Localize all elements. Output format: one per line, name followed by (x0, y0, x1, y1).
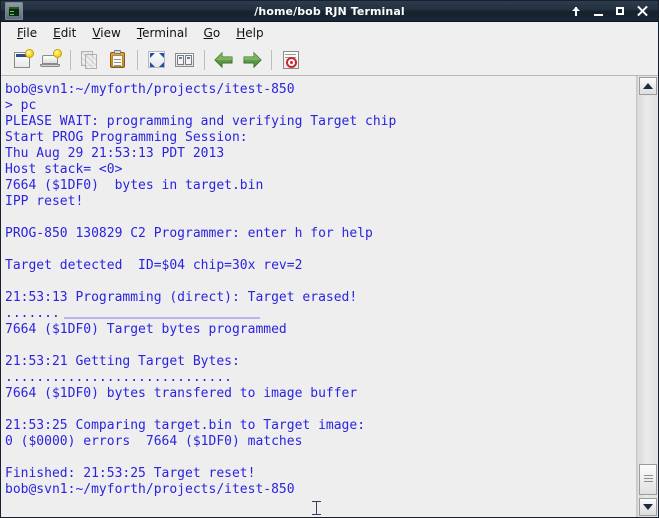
text-cursor-icon (312, 501, 321, 515)
scroll-down-icon (643, 504, 653, 510)
terminal-line-text: ....... (5, 306, 60, 321)
terminal-line: 7664 ($1DF0) bytes transfered to image b… (5, 386, 358, 401)
new-window-button[interactable] (37, 46, 65, 74)
toolbar-separator (70, 49, 71, 70)
scroll-up-icon (643, 83, 653, 89)
paste-button[interactable] (104, 46, 132, 74)
fullscreen-icon (146, 49, 168, 71)
minimize-button[interactable] (592, 5, 605, 18)
close-button[interactable] (636, 5, 649, 18)
terminal-line: Finished: 21:53:25 Target reset! (5, 466, 256, 481)
toolbar-separator (271, 49, 272, 70)
new-tab-button[interactable] (9, 46, 37, 74)
paste-icon (107, 49, 129, 71)
window-title: /home/bob RJN Terminal (254, 4, 405, 18)
maximize-button[interactable] (614, 5, 627, 18)
terminal-progress-line: ....... (5, 306, 636, 322)
menu-item-help[interactable]: Help (228, 24, 271, 42)
scroll-down-button[interactable] (639, 498, 657, 516)
progress-bar (64, 317, 260, 319)
terminal-line: ............................. (5, 370, 232, 385)
scrollbar-grip-icon (643, 475, 653, 484)
menu-item-file[interactable]: File (9, 24, 45, 42)
toolbar (1, 44, 658, 76)
terminal-body: bob@svn1:~/myforth/projects/itest-850 > p… (1, 76, 658, 517)
terminal-line: 21:53:25 Comparing target.bin to Target … (5, 418, 366, 433)
fullscreen-button[interactable] (143, 46, 171, 74)
terminal-line: 21:53:13 Programming (direct): Target er… (5, 290, 358, 305)
terminal-window: /home/bob RJN Terminal File Edit View Te… (0, 0, 659, 518)
copy-button[interactable] (76, 46, 104, 74)
menu-item-terminal[interactable]: Terminal (129, 24, 196, 42)
scrollbar-thumb[interactable] (639, 464, 657, 495)
terminal-line: 7664 ($1DF0) Target bytes programmed (5, 322, 287, 337)
terminal-line: IPP reset! (5, 194, 84, 209)
terminal-line: 7664 ($1DF0) bytes in target.bin (5, 178, 264, 193)
split-window-icon (174, 49, 196, 71)
new-tab-icon (12, 48, 34, 71)
menu-item-go[interactable]: Go (196, 24, 229, 42)
shade-button[interactable] (570, 5, 583, 18)
green-right-arrow-icon (241, 49, 263, 71)
terminal-line: Start PROG Programming Session: (5, 130, 248, 145)
copy-icon (79, 49, 101, 71)
terminal-icon (5, 2, 23, 20)
reset-terminal-button[interactable] (277, 46, 305, 74)
green-left-arrow-icon (213, 49, 235, 71)
terminal-line: bob@svn1:~/myforth/projects/itest-850 (5, 482, 295, 497)
split-view-button[interactable] (171, 46, 199, 74)
menu-item-edit[interactable]: Edit (45, 24, 84, 42)
menu-item-view[interactable]: View (84, 24, 128, 42)
terminal-line: PROG-850 130829 C2 Programmer: enter h f… (5, 226, 373, 241)
title-bar[interactable]: /home/bob RJN Terminal (1, 1, 658, 22)
scroll-up-button[interactable] (639, 77, 657, 95)
window-controls (570, 5, 655, 18)
terminal-line: > pc (5, 98, 37, 113)
terminal-screen[interactable]: bob@svn1:~/myforth/projects/itest-850 > p… (1, 76, 637, 517)
terminal-line: PLEASE WAIT: programming and verifying T… (5, 114, 397, 129)
terminal-output: bob@svn1:~/myforth/projects/itest-850 > p… (5, 82, 636, 498)
toolbar-separator (204, 49, 205, 70)
terminal-line: 21:53:21 Getting Target Bytes: (5, 354, 240, 369)
next-tab-button[interactable] (238, 46, 266, 74)
reset-document-icon (280, 49, 302, 71)
terminal-line: bob@svn1:~/myforth/projects/itest-850 (5, 82, 295, 97)
scrollbar-trough[interactable] (639, 96, 657, 497)
terminal-line: Thu Aug 29 21:53:13 PDT 2013 (5, 146, 225, 161)
new-window-icon (40, 48, 62, 71)
terminal-line: 0 ($0000) errors 7664 ($1DF0) matches (5, 434, 303, 449)
toolbar-separator (137, 49, 138, 70)
vertical-scrollbar[interactable] (637, 76, 658, 517)
terminal-line: Target detected ID=$04 chip=30x rev=2 (5, 258, 303, 273)
menu-bar: File Edit View Terminal Go Help (1, 22, 658, 44)
terminal-line: Host stack= <0> (5, 162, 123, 177)
previous-tab-button[interactable] (210, 46, 238, 74)
